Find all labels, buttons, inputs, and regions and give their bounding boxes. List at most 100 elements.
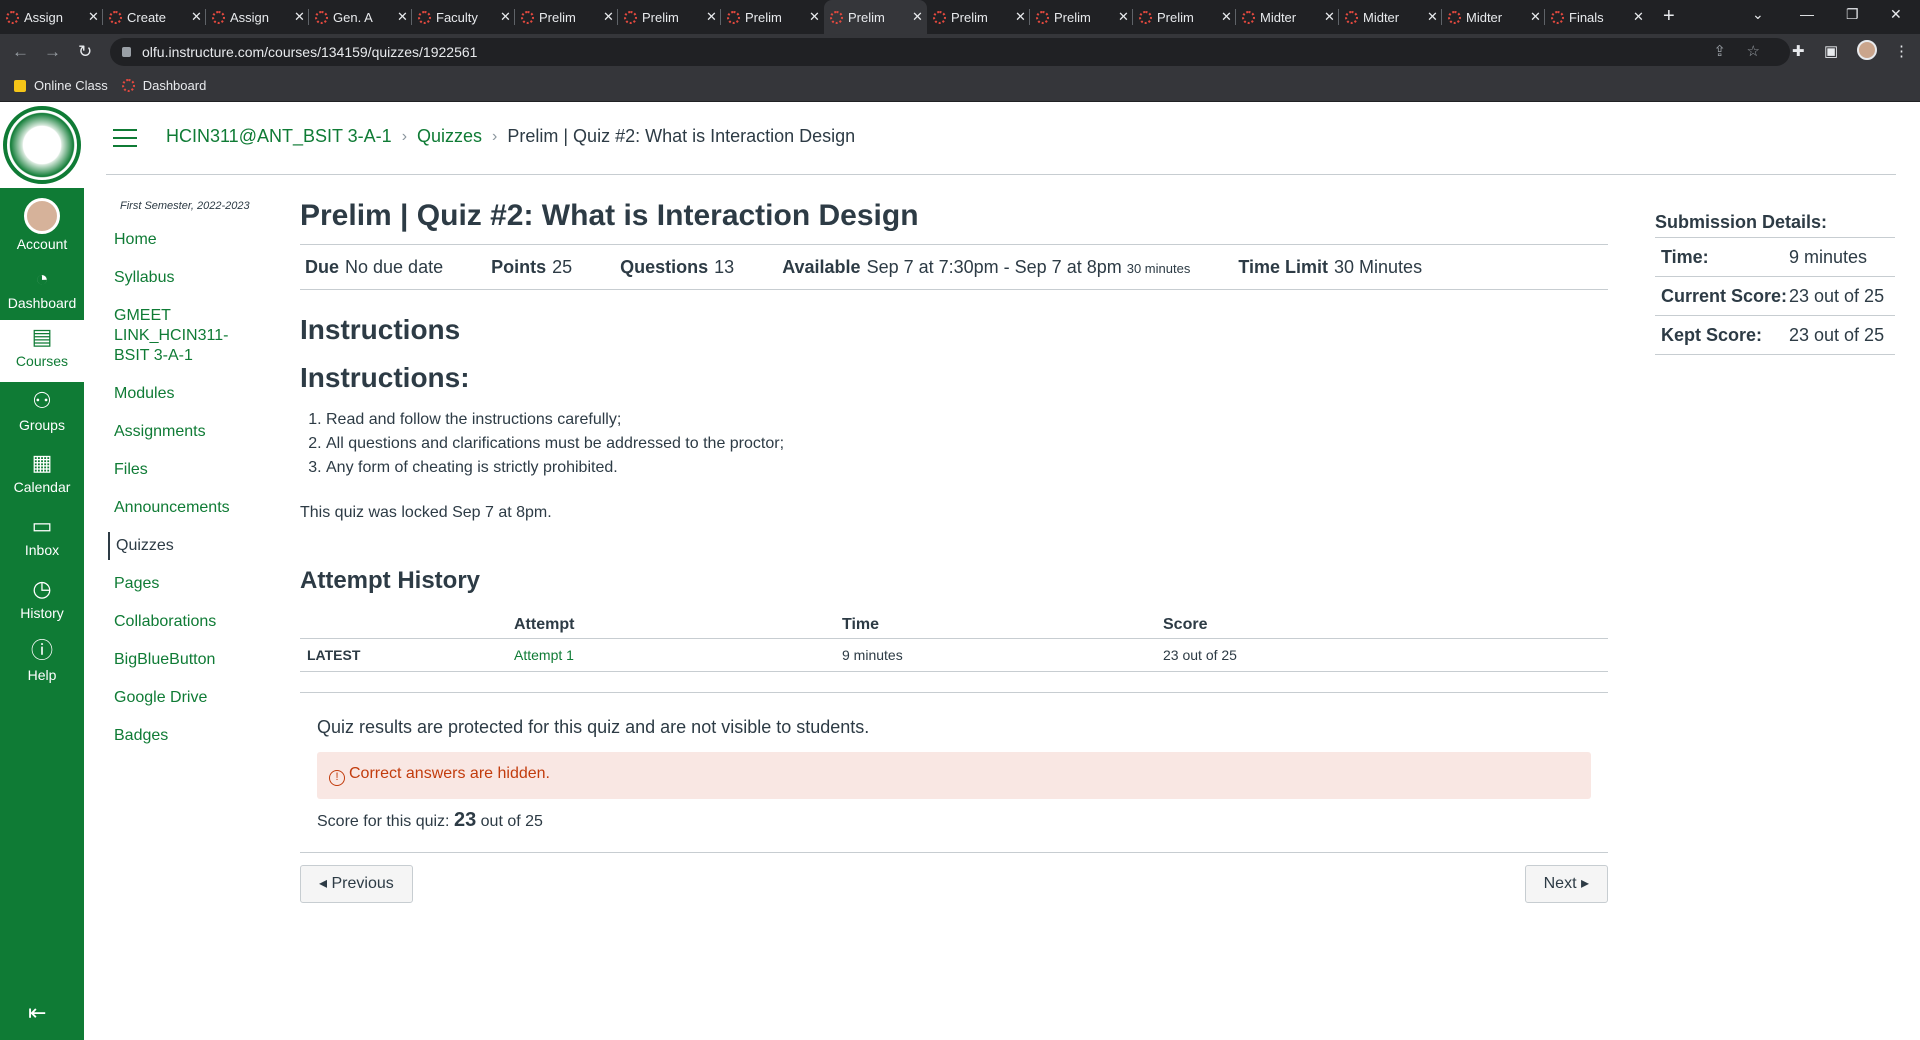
close-tab-icon[interactable]: ✕ bbox=[1633, 9, 1644, 25]
global-nav-history[interactable]: ◷ History bbox=[0, 572, 84, 632]
browser-tab[interactable]: Midter ✕ bbox=[1339, 0, 1442, 34]
canvas-favicon-icon bbox=[109, 11, 122, 24]
course-nav-collaborations[interactable]: Collaborations bbox=[108, 608, 268, 636]
close-tab-icon[interactable]: ✕ bbox=[809, 9, 820, 25]
list-item: Read and follow the instructions careful… bbox=[326, 408, 1608, 432]
course-nav-files[interactable]: Files bbox=[108, 456, 268, 484]
folder-icon bbox=[14, 79, 26, 92]
global-nav-dashboard[interactable]: ◔ Dashboard bbox=[0, 262, 84, 322]
address-bar[interactable]: olfu.instructure.com/courses/134159/quiz… bbox=[110, 38, 1790, 66]
global-nav-account[interactable]: Account bbox=[0, 190, 84, 252]
browser-tab[interactable]: Create ✕ bbox=[103, 0, 206, 34]
close-tab-icon[interactable]: ✕ bbox=[706, 9, 717, 25]
instructions-subheading: Instructions: bbox=[300, 362, 470, 393]
course-nav-syllabus[interactable]: Syllabus bbox=[108, 264, 268, 292]
global-nav-groups[interactable]: ⚇ Groups bbox=[0, 384, 84, 444]
global-nav-courses[interactable]: ▤ Courses bbox=[0, 320, 84, 382]
school-logo[interactable] bbox=[0, 102, 84, 188]
browser-tab[interactable]: Assign ✕ bbox=[206, 0, 309, 34]
window-close-icon[interactable]: ✕ bbox=[1890, 6, 1902, 23]
global-nav-help[interactable]: ⓘ Help bbox=[0, 634, 84, 694]
course-menu-toggle-icon[interactable] bbox=[113, 129, 137, 153]
browser-tab[interactable]: Midter ✕ bbox=[1236, 0, 1339, 34]
course-nav-pages[interactable]: Pages bbox=[108, 570, 268, 598]
next-button[interactable]: Next ▸ bbox=[1524, 865, 1608, 903]
attempt-link[interactable]: Attempt 1 bbox=[514, 647, 574, 663]
close-tab-icon[interactable]: ✕ bbox=[912, 9, 923, 25]
bookmark-online-class[interactable]: Online Class bbox=[14, 78, 108, 93]
browser-tab[interactable]: Prelim ✕ bbox=[927, 0, 1030, 34]
browser-tab[interactable]: Prelim ✕ bbox=[618, 0, 721, 34]
warning-icon: ! bbox=[329, 770, 345, 786]
browser-tab[interactable]: Prelim ✕ bbox=[721, 0, 824, 34]
lock-icon bbox=[122, 47, 131, 57]
close-tab-icon[interactable]: ✕ bbox=[294, 9, 305, 25]
browser-tab[interactable]: Gen. A ✕ bbox=[309, 0, 412, 34]
global-nav-calendar[interactable]: ▦ Calendar bbox=[0, 446, 84, 506]
canvas-favicon-icon bbox=[212, 11, 225, 24]
submission-kept-score-row: Kept Score: 23 out of 25 bbox=[1655, 316, 1895, 355]
browser-tab[interactable]: Prelim ✕ bbox=[1133, 0, 1236, 34]
close-tab-icon[interactable]: ✕ bbox=[88, 9, 99, 25]
browser-tab[interactable]: Prelim ✕ bbox=[515, 0, 618, 34]
bookmark-dashboard[interactable]: Dashboard bbox=[121, 78, 206, 93]
course-nav-modules[interactable]: Modules bbox=[108, 380, 268, 408]
browser-tab-strip: Assign ✕ Create ✕ Assign ✕ Gen. A ✕ Faculty ✕… bbox=[0, 0, 1920, 34]
profile-avatar[interactable] bbox=[1857, 40, 1877, 60]
browser-tab[interactable]: Assign ✕ bbox=[0, 0, 103, 34]
close-tab-icon[interactable]: ✕ bbox=[1221, 9, 1232, 25]
back-arrow-icon[interactable]: ← bbox=[12, 42, 29, 62]
side-panel-icon[interactable]: ▣ bbox=[1824, 42, 1838, 60]
global-nav-inbox[interactable]: ▭ Inbox bbox=[0, 509, 84, 569]
collapse-nav-icon[interactable]: ⇤ bbox=[28, 1000, 46, 1026]
extensions-puzzle-icon[interactable]: ✚ bbox=[1792, 42, 1805, 60]
quiz-meta-bar: Due No due date Points 25 Questions 13 Avai… bbox=[300, 244, 1608, 290]
browser-menu-icon[interactable]: ⋮ bbox=[1894, 42, 1909, 60]
previous-button[interactable]: ◂ Previous bbox=[300, 865, 413, 903]
course-nav-bigbluebutton[interactable]: BigBlueButton bbox=[108, 646, 268, 674]
close-tab-icon[interactable]: ✕ bbox=[1324, 9, 1335, 25]
browser-tab[interactable]: Faculty ✕ bbox=[412, 0, 515, 34]
close-tab-icon[interactable]: ✕ bbox=[191, 9, 202, 25]
browser-tab-active[interactable]: Prelim ✕ bbox=[824, 0, 927, 34]
close-tab-icon[interactable]: ✕ bbox=[1530, 9, 1541, 25]
quiz-main-content: Prelim | Quiz #2: What is Interaction De… bbox=[300, 196, 1608, 912]
breadcrumb-quizzes-link[interactable]: Quizzes bbox=[417, 126, 482, 147]
forward-arrow-icon[interactable]: → bbox=[44, 42, 61, 62]
quiz-results-section: Quiz results are protected for this quiz… bbox=[300, 692, 1608, 832]
close-tab-icon[interactable]: ✕ bbox=[397, 9, 408, 25]
course-nav-badges[interactable]: Badges bbox=[108, 722, 268, 750]
course-nav-assignments[interactable]: Assignments bbox=[108, 418, 268, 446]
restore-icon[interactable]: ❐ bbox=[1846, 6, 1859, 23]
results-protected-notice: Quiz results are protected for this quiz… bbox=[317, 717, 870, 737]
browser-tab[interactable]: Finals ✕ bbox=[1545, 0, 1648, 34]
share-icon[interactable]: ⇪ bbox=[1713, 38, 1726, 66]
quiz-points: Points 25 bbox=[491, 256, 573, 277]
minimize-icon[interactable]: — bbox=[1800, 6, 1814, 22]
attempt-cell: Attempt 1 bbox=[514, 638, 842, 672]
close-tab-icon[interactable]: ✕ bbox=[1015, 9, 1026, 25]
account-avatar bbox=[24, 198, 60, 234]
close-tab-icon[interactable]: ✕ bbox=[1427, 9, 1438, 25]
close-tab-icon[interactable]: ✕ bbox=[603, 9, 614, 25]
course-nav-home[interactable]: Home bbox=[108, 226, 268, 254]
course-nav-gmeet-link[interactable]: GMEET LINK_HCIN311-BSIT 3-A-1 bbox=[108, 302, 268, 370]
reload-icon[interactable]: ↻ bbox=[78, 42, 92, 62]
browser-tab[interactable]: Midter ✕ bbox=[1442, 0, 1545, 34]
course-nav-quizzes[interactable]: Quizzes bbox=[108, 532, 268, 560]
dashboard-gauge-icon: ◔ bbox=[35, 266, 49, 291]
new-tab-icon[interactable]: + bbox=[1663, 5, 1675, 28]
canvas-favicon-icon bbox=[315, 11, 328, 24]
breadcrumb-separator-icon: › bbox=[401, 127, 408, 145]
page-title: Prelim | Quiz #2: What is Interaction De… bbox=[300, 199, 919, 232]
bookmark-star-icon[interactable]: ☆ bbox=[1747, 38, 1760, 66]
browser-tab[interactable]: Prelim ✕ bbox=[1030, 0, 1133, 34]
list-item: Any form of cheating is strictly prohibi… bbox=[326, 456, 1608, 480]
close-tab-icon[interactable]: ✕ bbox=[500, 9, 511, 25]
browser-toolbar: ← → ↻ olfu.instructure.com/courses/13415… bbox=[0, 34, 1920, 70]
tab-search-chevron-icon[interactable]: ⌄ bbox=[1752, 6, 1764, 23]
course-nav-google-drive[interactable]: Google Drive bbox=[108, 684, 268, 712]
breadcrumb-course-link[interactable]: HCIN311@ANT_BSIT 3-A-1 bbox=[166, 126, 392, 147]
course-nav-announcements[interactable]: Announcements bbox=[108, 494, 268, 522]
close-tab-icon[interactable]: ✕ bbox=[1118, 9, 1129, 25]
